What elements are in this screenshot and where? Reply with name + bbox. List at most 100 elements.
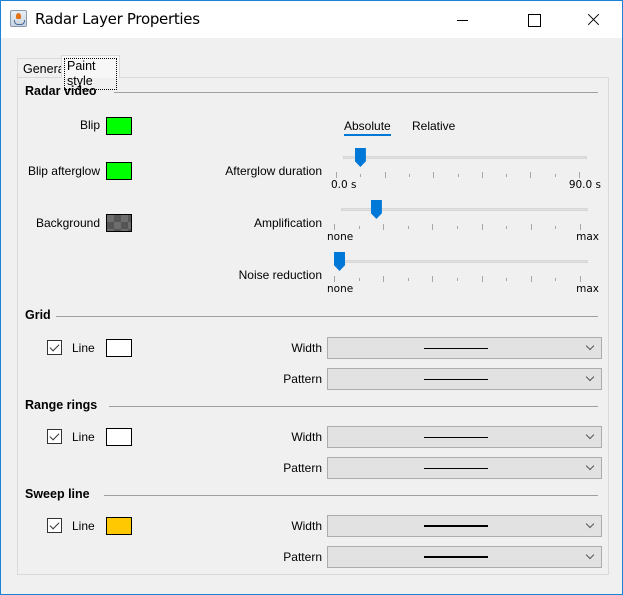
slider-tick [407, 226, 409, 229]
slider-max-label: max [576, 283, 599, 295]
line-pattern-preview [424, 468, 488, 469]
sweep-line-checkbox[interactable] [47, 518, 62, 533]
section-divider [109, 406, 598, 407]
grid-line-label: Line [72, 341, 95, 355]
grid-width-dropdown[interactable] [327, 337, 602, 359]
range-rings-width-dropdown[interactable] [327, 426, 602, 448]
sweep-line-label: Line [72, 519, 95, 533]
section-divider [104, 495, 598, 496]
slider-thumb[interactable] [334, 252, 345, 271]
slider-tick [481, 276, 483, 282]
afterglow-duration-label: Afterglow duration [225, 164, 322, 178]
slider-tick [481, 224, 483, 230]
line-width-preview [424, 437, 488, 438]
slider-tick [580, 276, 581, 282]
mode-relative-tab[interactable]: Relative [412, 119, 455, 133]
line-pattern-preview [424, 556, 488, 558]
slider-tick [383, 224, 385, 230]
slider-tick [554, 174, 556, 177]
title-bar: Radar Layer Properties [1, 1, 622, 38]
grid-pattern-dropdown[interactable] [327, 368, 602, 390]
slider-tick [334, 224, 335, 230]
slider-track [341, 260, 588, 263]
range-rings-width-label: Width [291, 430, 322, 444]
section-range-rings-title: Range rings [25, 398, 98, 412]
java-cup-icon [10, 10, 27, 27]
slider-tick [407, 278, 409, 281]
blip-color-swatch[interactable] [106, 117, 132, 135]
slider-tick [506, 174, 508, 177]
slider-tick [432, 224, 434, 230]
slider-thumb[interactable] [354, 148, 366, 167]
slider-tick [457, 278, 458, 281]
slider-tick [358, 226, 360, 229]
range-rings-line-color-swatch[interactable] [106, 428, 132, 446]
slider-tick [360, 174, 362, 177]
background-label: Background [35, 216, 100, 230]
paint-style-panel: Radar video Blip Blip afterglow Backgrou… [17, 77, 609, 575]
background-color-swatch[interactable] [106, 214, 132, 232]
slider-track [343, 156, 587, 159]
range-rings-line-checkbox[interactable] [47, 429, 62, 444]
sweep-line-pattern-dropdown[interactable] [327, 546, 602, 568]
mode-absolute-tab[interactable]: Absolute [344, 119, 391, 136]
chevron-down-icon [585, 461, 595, 471]
slider-tick [530, 172, 532, 178]
chevron-down-icon [585, 372, 595, 382]
blip-afterglow-label: Blip afterglow [27, 164, 100, 178]
slider-tick [432, 276, 434, 282]
close-button[interactable] [577, 1, 623, 38]
maximize-button[interactable] [510, 1, 556, 38]
range-rings-line-label: Line [72, 430, 95, 444]
dialog-window: Radar Layer Properties General Radar vid… [0, 0, 623, 595]
amplification-label: Amplification [253, 216, 322, 230]
slider-tick [358, 278, 360, 281]
slider-tick [334, 276, 335, 282]
slider-tick [506, 226, 508, 229]
grid-line-color-swatch[interactable] [106, 339, 132, 357]
section-sweep-line-title: Sweep line [25, 487, 90, 501]
line-pattern-preview [424, 379, 488, 380]
line-width-preview [424, 348, 488, 349]
range-rings-pattern-dropdown[interactable] [327, 457, 602, 479]
amplification-slider[interactable]: none max [327, 200, 599, 243]
slider-min-label: 0.0 s [331, 179, 357, 191]
slider-tick [506, 278, 508, 281]
grid-pattern-label: Pattern [283, 372, 322, 386]
section-divider [56, 316, 598, 317]
afterglow-duration-slider[interactable]: 0.0 s 90.0 s [331, 148, 601, 191]
blip-label: Blip [79, 118, 100, 132]
slider-tick [580, 224, 581, 230]
slider-tick [336, 172, 337, 178]
chevron-down-icon [585, 430, 595, 440]
section-divider [114, 92, 598, 93]
tab-paint-style[interactable]: Paint style [61, 55, 120, 90]
sweep-line-width-label: Width [291, 519, 322, 533]
sweep-line-width-dropdown[interactable] [327, 515, 602, 537]
chevron-down-icon [585, 519, 595, 529]
slider-tick [433, 172, 435, 178]
minimize-button[interactable] [440, 1, 486, 38]
slider-tick [383, 276, 385, 282]
slider-tick [384, 172, 386, 178]
blip-afterglow-color-swatch[interactable] [106, 162, 132, 180]
slider-max-label: 90.0 s [568, 179, 601, 191]
chevron-down-icon [585, 550, 595, 560]
grid-line-checkbox[interactable] [47, 340, 62, 355]
slider-tick [408, 174, 410, 177]
slider-min-label: none [327, 283, 354, 295]
slider-tick [579, 172, 580, 178]
slider-tick [555, 278, 557, 281]
grid-width-label: Width [291, 341, 322, 355]
window-title: Radar Layer Properties [35, 10, 200, 28]
sweep-line-pattern-label: Pattern [283, 550, 322, 564]
line-width-preview [424, 525, 488, 527]
slider-max-label: max [576, 231, 599, 243]
chevron-down-icon [585, 341, 595, 351]
noise-reduction-slider[interactable]: none max [327, 252, 599, 295]
slider-tick [457, 174, 459, 177]
sweep-line-color-swatch[interactable] [106, 517, 132, 535]
slider-tick [481, 172, 483, 178]
slider-thumb[interactable] [370, 200, 382, 219]
slider-tick [457, 226, 458, 229]
